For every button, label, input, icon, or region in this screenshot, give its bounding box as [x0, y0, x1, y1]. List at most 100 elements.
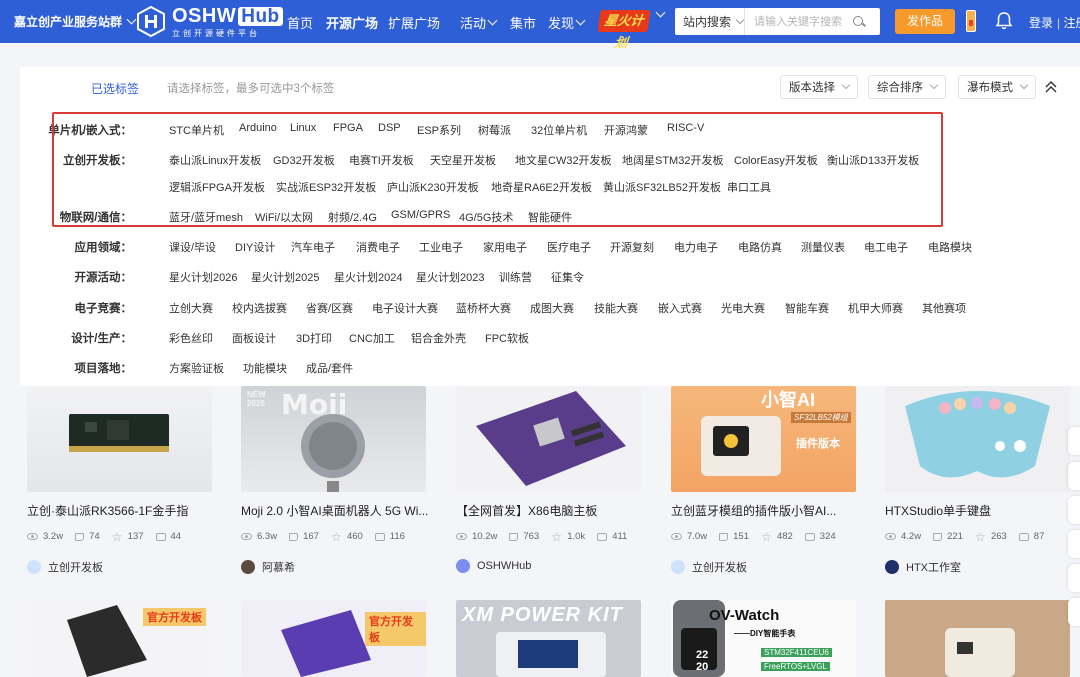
project-title[interactable]: 【全网首发】X86电脑主板: [456, 502, 661, 519]
spark-plan-banner[interactable]: 星火计划: [597, 10, 651, 50]
project-card[interactable]: XM POWER KIT: [456, 600, 641, 677]
tag-item[interactable]: 面板设计: [232, 330, 276, 346]
tag-item[interactable]: 开源复刻: [610, 239, 654, 255]
project-author[interactable]: HTX工作室: [885, 559, 961, 575]
project-thumbnail[interactable]: Moji NEW 2026: [241, 386, 426, 492]
tag-item[interactable]: 成品/套件: [306, 360, 353, 376]
project-card[interactable]: HTXStudio单手键盘 4.2w 221 ☆ 263 87 HTX工作室: [885, 386, 1070, 574]
register-link[interactable]: | 注册: [1057, 14, 1080, 31]
chevron-down-icon[interactable]: [655, 7, 666, 18]
tag-item[interactable]: 功能模块: [243, 360, 287, 376]
tag-item[interactable]: 电路仿真: [738, 239, 782, 255]
project-card[interactable]: OV-Watch ——DIY智能手表 STM32F411CEU6 FreeRTO…: [671, 600, 856, 677]
comments-count: 87: [1033, 531, 1045, 542]
nav-discover[interactable]: 发现: [548, 13, 586, 32]
project-title[interactable]: HTXStudio单手键盘: [885, 502, 1080, 519]
tag-item[interactable]: 星火计划2025: [251, 269, 319, 285]
project-thumbnail[interactable]: [885, 386, 1070, 492]
tag-item[interactable]: FPC软板: [485, 330, 529, 346]
project-thumbnail[interactable]: [27, 386, 212, 492]
bell-icon[interactable]: [994, 11, 1014, 31]
project-thumbnail[interactable]: [456, 386, 641, 492]
tag-item[interactable]: 智能车赛: [785, 300, 829, 316]
tag-item[interactable]: 电工电子: [864, 239, 908, 255]
tag-item[interactable]: 3D打印: [296, 330, 332, 346]
tag-item[interactable]: 铝合金外壳: [411, 330, 466, 346]
tag-item[interactable]: 训练营: [499, 269, 532, 285]
nav-home[interactable]: 首页: [287, 13, 313, 32]
tag-item[interactable]: 消费电子: [356, 239, 400, 255]
tag-item[interactable]: 电路模块: [928, 239, 972, 255]
project-author[interactable]: 立创开发板: [27, 559, 103, 575]
side-tool-tab[interactable]: [1068, 598, 1080, 626]
project-author[interactable]: OSHWHub: [456, 559, 531, 573]
nav-extension-square[interactable]: 扩展广场: [388, 13, 440, 32]
battery-icon[interactable]: [966, 10, 976, 32]
side-tool-tab[interactable]: [1068, 530, 1080, 558]
tag-item[interactable]: 技能大赛: [594, 300, 638, 316]
tag-item[interactable]: 省赛/区赛: [306, 300, 353, 316]
tag-item[interactable]: 嵌入式赛: [658, 300, 702, 316]
project-title[interactable]: Moji 2.0 小智AI桌面机器人 5G Wi...: [241, 502, 446, 519]
tag-item[interactable]: 家用电子: [483, 239, 527, 255]
project-author[interactable]: 立创开发板: [671, 559, 747, 575]
project-card[interactable]: 官方开发板: [27, 600, 212, 677]
side-tool-tab[interactable]: [1068, 496, 1080, 524]
publish-button[interactable]: 发作品: [895, 9, 955, 34]
nav-open-square[interactable]: 开源广场: [326, 13, 378, 32]
project-card[interactable]: Moji NEW 2026 Moji 2.0 小智AI桌面机器人 5G Wi..…: [241, 386, 428, 574]
tag-item[interactable]: 其他赛项: [922, 300, 966, 316]
sort-select[interactable]: 综合排序: [868, 75, 946, 99]
tag-item[interactable]: 校内选拔赛: [232, 300, 287, 316]
project-card[interactable]: 立创·泰山派RK3566-1F金手指 3.2w 74 ☆ 137 44 立创开发板: [27, 386, 212, 574]
tag-item[interactable]: 彩色丝印: [169, 330, 213, 346]
site-logo[interactable]: OSHW Hub 立创开源硬件平台: [172, 5, 283, 39]
tag-item[interactable]: 医疗电子: [547, 239, 591, 255]
tag-item[interactable]: 工业电子: [419, 239, 463, 255]
tag-item[interactable]: 课设/毕设: [169, 239, 216, 255]
tag-item[interactable]: 立创大赛: [169, 300, 213, 316]
tag-item[interactable]: 星火计划2026: [169, 269, 237, 285]
project-card[interactable]: 官方开发板: [241, 600, 426, 677]
collapse-chevron-up-icon[interactable]: [1043, 80, 1059, 94]
oshwhub-logo-icon[interactable]: [137, 6, 165, 37]
portal-switcher[interactable]: 嘉立创产业服务站群: [14, 13, 137, 30]
project-title[interactable]: 立创·泰山派RK3566-1F金手指: [27, 502, 232, 519]
project-thumbnail[interactable]: 官方开发板: [27, 600, 212, 677]
tag-item[interactable]: 征集令: [551, 269, 584, 285]
tag-item[interactable]: 电子设计大赛: [372, 300, 438, 316]
project-thumbnail[interactable]: XM POWER KIT: [456, 600, 641, 677]
nav-market[interactable]: 集市: [510, 13, 536, 32]
tag-item[interactable]: 测量仪表: [801, 239, 845, 255]
tag-item[interactable]: 汽车电子: [291, 239, 335, 255]
project-author[interactable]: 阿慕希: [241, 559, 295, 575]
project-title[interactable]: 立创蓝牙模组的插件版小智AI...: [671, 502, 876, 519]
tag-item[interactable]: 光电大赛: [721, 300, 765, 316]
version-select[interactable]: 版本选择: [780, 75, 858, 99]
project-card[interactable]: 【全网首发】X86电脑主板 10.2w 763 ☆ 1.0k 411 OSHWHu…: [456, 386, 641, 573]
tag-item[interactable]: 蓝桥杯大赛: [456, 300, 511, 316]
tag-item[interactable]: 方案验证板: [169, 360, 224, 376]
project-thumbnail[interactable]: 官方开发板: [241, 600, 426, 677]
side-tool-tab[interactable]: [1068, 564, 1080, 592]
side-tool-tab[interactable]: [1068, 462, 1080, 490]
project-card[interactable]: [885, 600, 1070, 677]
nav-activities[interactable]: 活动: [460, 13, 498, 32]
tag-item[interactable]: 星火计划2023: [416, 269, 484, 285]
project-thumbnail[interactable]: OV-Watch ——DIY智能手表 STM32F411CEU6 FreeRTO…: [671, 600, 856, 677]
tag-item[interactable]: 成图大赛: [530, 300, 574, 316]
project-thumbnail[interactable]: 小智AI SF32LB52模组 插件版本: [671, 386, 856, 492]
login-link[interactable]: 登录: [1029, 14, 1053, 31]
tag-item[interactable]: 机甲大师赛: [848, 300, 903, 316]
tag-item[interactable]: DIY设计: [235, 239, 275, 255]
search-input[interactable]: [745, 9, 845, 34]
search-icon[interactable]: [851, 14, 867, 30]
side-tool-tab[interactable]: [1068, 427, 1080, 455]
layout-select[interactable]: 瀑布模式: [958, 75, 1036, 99]
tag-item[interactable]: 星火计划2024: [334, 269, 402, 285]
tag-item[interactable]: CNC加工: [349, 330, 395, 346]
search-scope-select[interactable]: 站内搜索: [675, 8, 745, 35]
tag-item[interactable]: 电力电子: [674, 239, 718, 255]
project-card[interactable]: 小智AI SF32LB52模组 插件版本 立创蓝牙模组的插件版小智AI... 7…: [671, 386, 856, 574]
project-thumbnail[interactable]: [885, 600, 1070, 677]
